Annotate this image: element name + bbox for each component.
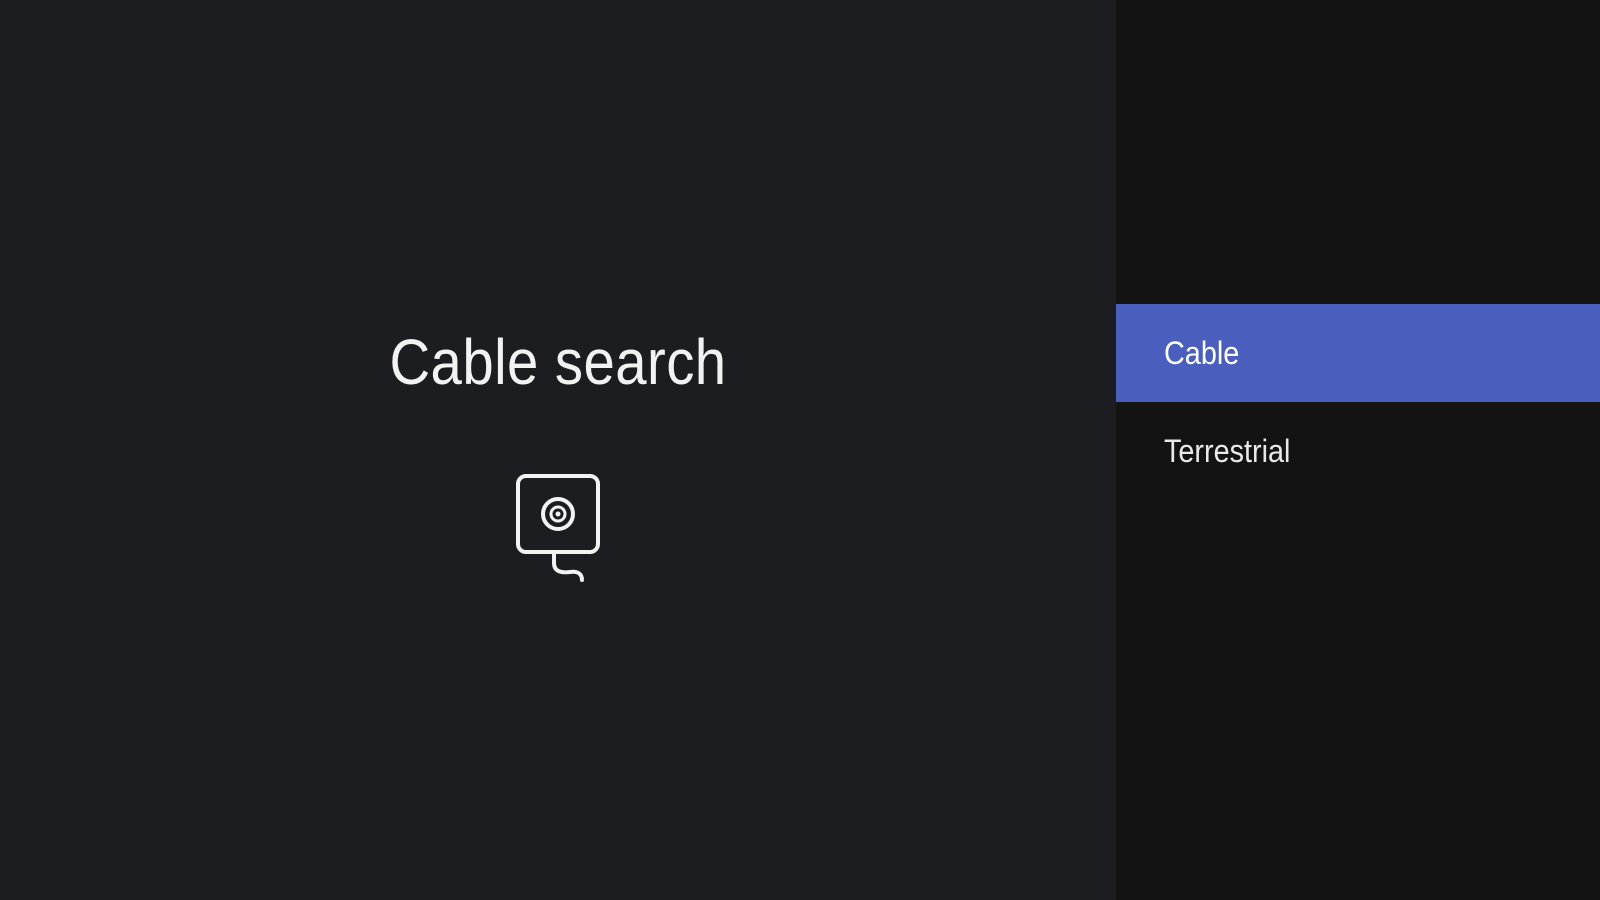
cable-option[interactable]: Cable: [1116, 304, 1600, 402]
terrestrial-option[interactable]: Terrestrial: [1116, 402, 1600, 500]
guidance-pane: Cable search: [0, 0, 1116, 900]
page-title: Cable search: [389, 326, 727, 398]
tv-setup-screen: Cable search Cable Terrestrial: [0, 0, 1600, 900]
terrestrial-option-label: Terrestrial: [1164, 432, 1291, 469]
cable-option-label: Cable: [1164, 334, 1240, 371]
source-options-list: Cable Terrestrial: [1116, 304, 1600, 500]
action-pane: Cable Terrestrial: [1116, 0, 1600, 900]
cable-connector-icon: [510, 472, 606, 588]
